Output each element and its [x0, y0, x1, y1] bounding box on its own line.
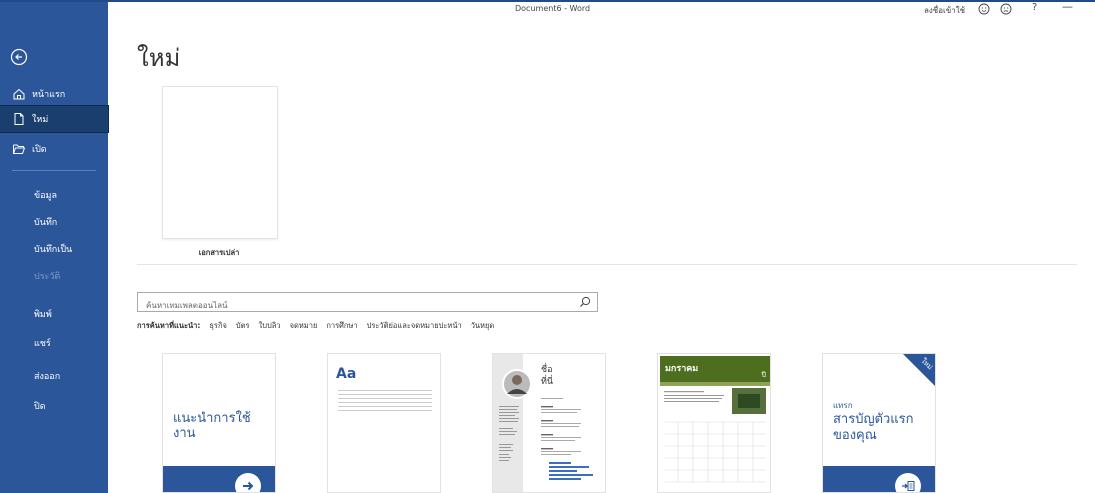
sidebar-item-open[interactable]: เปิด: [0, 136, 108, 162]
folder-icon: [13, 144, 26, 154]
sidebar-item-label: แชร์: [34, 339, 51, 349]
sidebar-item-label: ปิด: [34, 402, 46, 412]
sign-in-link[interactable]: ลงชื่อเข้าใช้: [924, 4, 965, 17]
text-line: [338, 406, 432, 407]
smiley-icon[interactable]: [978, 3, 990, 15]
tour-title: แนะนำการใช้งาน: [173, 411, 251, 441]
blank-document-template[interactable]: [162, 86, 278, 239]
suggestion-link[interactable]: การศึกษา: [326, 320, 357, 332]
sidebar-item-label: บันทึกเป็น: [34, 245, 73, 255]
toc-title: สารบัญตัวแรกของคุณ: [833, 412, 914, 443]
text-line: [338, 402, 432, 403]
sidebar-item-label: ประวัติ: [34, 272, 61, 282]
sidebar-item-label: พิมพ์: [34, 310, 52, 320]
template-search-input[interactable]: [144, 296, 568, 315]
new-document-icon: [14, 113, 24, 125]
minimize-button[interactable]: —: [1062, 0, 1073, 13]
calendar-preview: [660, 382, 770, 483]
template-card-calendar[interactable]: มกราคม ปี: [657, 353, 771, 493]
sidebar-divider: [12, 170, 96, 171]
help-button[interactable]: ?: [1032, 2, 1037, 13]
suggested-searches: การค้นหาที่แนะนำ: ธุรกิจ บัตร ใบปลิว จดห…: [137, 320, 494, 332]
search-icon[interactable]: [579, 296, 591, 308]
arrow-right-icon: [235, 473, 261, 492]
sidebar-item-label: บันทึก: [34, 218, 58, 228]
suggestion-link[interactable]: ใบปลิว: [259, 320, 281, 332]
back-arrow-icon[interactable]: [10, 48, 28, 66]
suggestion-link[interactable]: ประวัติย่อและจดหมายปะหน้า: [367, 320, 462, 332]
template-card-single-spaced[interactable]: Aa: [327, 353, 441, 493]
sidebar-item-home[interactable]: หน้าแรก: [0, 81, 108, 107]
sidebar-item-close[interactable]: ปิด: [0, 393, 108, 419]
text-line: [338, 398, 432, 399]
text-line: [338, 394, 432, 395]
sidebar-item-save-as[interactable]: บันทึกเป็น: [0, 236, 108, 262]
section-divider: [137, 264, 1077, 265]
text-line: [338, 410, 432, 411]
template-search-box: [137, 292, 598, 315]
suggestion-link[interactable]: จดหมาย: [290, 320, 318, 332]
blank-document-label: เอกสารเปล่า: [198, 248, 240, 257]
sidebar-item-label: ข้อมูล: [34, 191, 58, 201]
sidebar-item-label: ใหม่: [32, 115, 49, 125]
home-icon: [13, 88, 25, 100]
sidebar-item-label: เปิด: [32, 145, 47, 155]
resume-last-name: ที่นี่: [541, 377, 554, 387]
sidebar-item-new[interactable]: ใหม่: [0, 105, 109, 133]
page-title: ใหม่: [137, 44, 181, 72]
template-card-resume[interactable]: ชื่อ ที่นี่: [492, 353, 606, 493]
suggested-searches-label: การค้นหาที่แนะนำ:: [137, 321, 201, 330]
frown-icon[interactable]: [1000, 3, 1012, 15]
sidebar-item-export[interactable]: ส่งออก: [0, 363, 108, 389]
sidebar-item-label: หน้าแรก: [32, 90, 66, 100]
sidebar-item-print[interactable]: พิมพ์: [0, 301, 108, 327]
suggestion-link[interactable]: วันหยุด: [471, 320, 495, 332]
toc-insert-label: แทรก: [833, 401, 853, 410]
sidebar-item-history: ประวัติ: [0, 263, 108, 289]
sidebar-item-label: ส่งออก: [34, 372, 61, 382]
suggestion-link[interactable]: ธุรกิจ: [209, 320, 227, 332]
aa-sample-text: Aa: [336, 366, 357, 382]
sidebar-item-save[interactable]: บันทึก: [0, 209, 108, 235]
suggestion-link[interactable]: บัตร: [236, 320, 250, 332]
insert-toc-icon: [895, 473, 921, 492]
text-line: [338, 390, 432, 391]
backstage-sidebar: หน้าแรก ใหม่ เปิด ข้อมูล บันทึก บันทึกเป…: [0, 2, 109, 493]
sidebar-item-info[interactable]: ข้อมูล: [0, 182, 108, 208]
sidebar-item-share[interactable]: แชร์: [0, 330, 108, 356]
template-card-tour[interactable]: แนะนำการใช้งาน: [162, 353, 276, 493]
template-card-toc[interactable]: ใหม่ แทรก สารบัญตัวแรกของคุณ: [822, 353, 936, 493]
window-title: Document6 - Word: [515, 4, 591, 13]
